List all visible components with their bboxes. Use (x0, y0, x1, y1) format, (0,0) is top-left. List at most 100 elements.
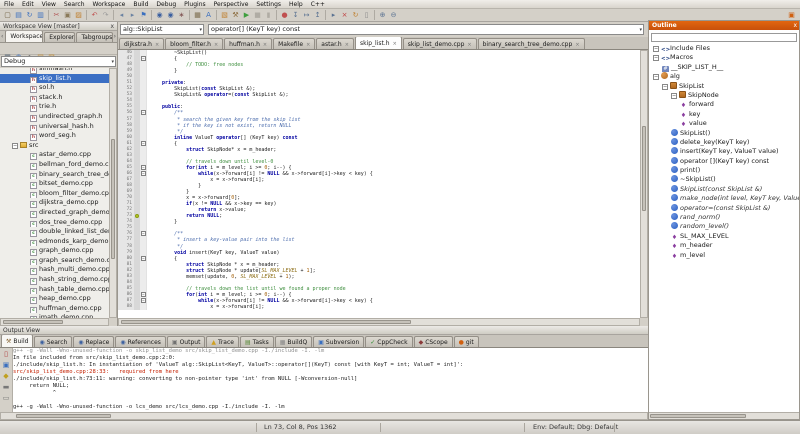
output-tab-subversion[interactable]: ▣ Subversion (313, 336, 365, 347)
fold-collapse-icon[interactable]: − (141, 231, 146, 237)
cut-icon[interactable]: ✂ (51, 10, 62, 20)
sidebar-tab-tabgroups[interactable]: Tabgroups (76, 32, 113, 42)
outline-item-m-level[interactable]: ♦ m_level (649, 251, 799, 260)
build-config-dropdown[interactable]: Debug ▾ (1, 56, 116, 67)
editor-tab-binary-search-tree-demo-cpp[interactable]: binary_search_tree_demo.cpp × (477, 38, 585, 49)
editor-hscrollbar[interactable] (118, 318, 640, 326)
outline-tree[interactable]: − <>Include Files − <>Macros # __SKIP_LIST_H_… (649, 44, 799, 394)
find-resource-icon[interactable]: ▦ (192, 10, 203, 20)
outline-item-include-files[interactable]: − <>Include Files (649, 44, 799, 53)
pin-output-icon[interactable]: ◆ (1, 371, 12, 382)
outline-item-key[interactable]: ♦ key (649, 110, 799, 119)
outline-item-delete-key-keyt-key[interactable]: delete_key(KeyT key) (649, 137, 799, 147)
output-tab-buildq[interactable]: ▦ BuildQ (274, 336, 313, 347)
tree-item-directed-graph-demo-cpp[interactable]: cdirected_graph_demo.cpp (0, 208, 109, 218)
output-tab-search[interactable]: ◉ Search (34, 336, 73, 347)
undo-icon[interactable]: ↶ (89, 10, 100, 20)
file-tree-vscrollbar[interactable] (109, 68, 117, 318)
restart-debug-icon[interactable]: ↻ (350, 10, 361, 20)
close-tab-icon[interactable]: × (393, 41, 397, 47)
debug-icon[interactable]: ● (279, 10, 290, 20)
fold-collapse-icon[interactable]: − (141, 110, 146, 116)
close-tab-icon[interactable]: × (214, 42, 218, 48)
menu-plugins[interactable]: Plugins (180, 0, 210, 9)
close-outline-icon[interactable]: x (793, 21, 797, 30)
output-tab-cscope[interactable]: ◆ CScope (413, 336, 453, 347)
output-tab-git[interactable]: ● git (453, 336, 479, 347)
forward-icon[interactable]: ▸ (127, 10, 138, 20)
outline-item-skipnode[interactable]: − SkipNode (649, 90, 799, 100)
expander-icon[interactable]: − (662, 83, 668, 90)
expander-icon[interactable]: − (671, 92, 677, 99)
tree-item-universal-hash-h[interactable]: h universal_hash.h (0, 122, 109, 132)
output-tab-cppcheck[interactable]: ✓ CppCheck (365, 336, 413, 347)
output-tab-output[interactable]: ▣ Output (166, 336, 206, 347)
tree-item-dos-tree-demo-cpp[interactable]: c dos_tree_demo.cpp (0, 218, 109, 228)
editor-tab-bloom-filter-h[interactable]: bloom_filter.h × (165, 38, 224, 49)
pause-icon[interactable]: ▮ (263, 10, 274, 20)
outline-item-random-level[interactable]: random_level() (649, 222, 799, 231)
step-in-icon[interactable]: ↧ (290, 10, 301, 20)
tree-item-graph-demo-cpp[interactable]: c graph_demo.cpp (0, 246, 109, 256)
step-over-icon[interactable]: ↦ (301, 10, 312, 20)
step-out-icon[interactable]: ↥ (312, 10, 323, 20)
outline-item-rand-norm[interactable]: rand_norm() (649, 213, 799, 222)
fold-collapse-icon[interactable]: − (141, 164, 146, 170)
tree-item-word-seg-h[interactable]: h word_seg.h (0, 131, 109, 141)
output-tab-replace[interactable]: ◉ Replace (73, 336, 115, 347)
find-icon[interactable]: ◉ (154, 10, 165, 20)
redo-icon[interactable]: ↷ (100, 10, 111, 20)
function-dropdown[interactable]: operator[] (KeyT key) const ▾ (208, 24, 644, 35)
outline-pane-icon[interactable]: ▣ (786, 10, 797, 20)
build-output[interactable]: g++ -g -Wall -Wno-unused-function -o ski… (13, 348, 648, 412)
paste-icon[interactable]: ▨ (73, 10, 84, 20)
highlight-word-icon[interactable]: A (203, 10, 214, 20)
outline-item-skiplist[interactable]: − SkipList (649, 81, 799, 91)
menu-perspective[interactable]: Perspective (210, 0, 253, 9)
tree-item-double-linked-list-demo-cpp[interactable]: cdouble_linked_list_demo.cpp (0, 227, 109, 237)
reload-file-icon[interactable]: ↻ (24, 10, 35, 20)
tree-item-sol-h[interactable]: h sol.h (0, 83, 109, 93)
word-wrap-icon[interactable]: ▣ (1, 360, 12, 371)
bookmark-icon[interactable]: ⚑ (138, 10, 149, 20)
fold-margin[interactable] (140, 303, 147, 311)
tree-item-edmonds-karp-demo-cpp[interactable]: cedmonds_karp_demo.cpp (0, 237, 109, 247)
outline-item-make-node-int-level-keyt-key-valuet-value[interactable]: make_node(int level, KeyT key, ValueT va… (649, 194, 799, 203)
scroll-lock-icon[interactable]: ▭ (1, 393, 12, 404)
expander-icon[interactable]: − (12, 142, 18, 149)
menu-help[interactable]: Help (285, 0, 307, 9)
collapse-output-icon[interactable]: ▬ (1, 382, 12, 393)
tree-item-hash-table-demo-cpp[interactable]: c hash_table_demo.cpp (0, 285, 109, 295)
zoom-in-icon[interactable]: ⊕ (377, 10, 388, 20)
menu-workspace[interactable]: Workspace (89, 0, 130, 9)
code-editor[interactable]: 46 ~SkipList() 47− {48 // TODO: free node… (118, 50, 640, 318)
outline-item-value[interactable]: ♦ value (649, 119, 799, 128)
tree-item-heap-demo-cpp[interactable]: c heap_demo.cpp (0, 294, 109, 304)
close-tab-icon[interactable]: × (575, 42, 579, 48)
editor-tab-huffman-h[interactable]: huffman.h × (224, 38, 273, 49)
open-file-icon[interactable]: ▤ (13, 10, 24, 20)
tree-item-graph-search-demo-cpp[interactable]: cgraph_search_demo.cpp (0, 256, 109, 266)
close-tab-icon[interactable]: × (263, 42, 267, 48)
outline-item-alg[interactable]: − alg (649, 72, 799, 81)
close-tab-icon[interactable]: × (345, 42, 349, 48)
editor-tab-skip-list-demo-cpp[interactable]: skip_list_demo.cpp × (402, 38, 477, 49)
tree-item-bloom-filter-demo-cpp[interactable]: c bloom_filter_demo.cpp (0, 189, 109, 199)
fold-collapse-icon[interactable]: − (141, 291, 146, 297)
output-tab-tasks[interactable]: ▤ Tasks (239, 336, 274, 347)
file-tree[interactable]: h simhash.h h skip_list.h h sol.h h stack.h h tri… (0, 68, 109, 318)
outline-item-sl-max-level[interactable]: ♦ SL_MAX_LEVEL (649, 232, 799, 241)
run-icon[interactable]: ▶ (241, 10, 252, 20)
tree-item-hash-string-demo-cpp[interactable]: c hash_string_demo.cpp (0, 275, 109, 285)
menu-file[interactable]: File (0, 0, 18, 9)
run-to-cursor-icon[interactable]: ▸ (328, 10, 339, 20)
stop-icon[interactable]: ■ (252, 10, 263, 20)
outline-item-operator-keyt-key-const[interactable]: operator [](KeyT key) const (649, 156, 799, 166)
back-icon[interactable]: ◂ (116, 10, 127, 20)
fold-collapse-icon[interactable]: − (141, 56, 146, 62)
menu-build[interactable]: Build (129, 0, 152, 9)
tree-item-undirected-graph-h[interactable]: h undirected_graph.h (0, 112, 109, 122)
close-tab-icon[interactable]: × (155, 42, 159, 48)
sidebar-tab-explorer[interactable]: Explorer (44, 32, 76, 42)
tree-item-huffman-demo-cpp[interactable]: c huffman_demo.cpp (0, 304, 109, 314)
